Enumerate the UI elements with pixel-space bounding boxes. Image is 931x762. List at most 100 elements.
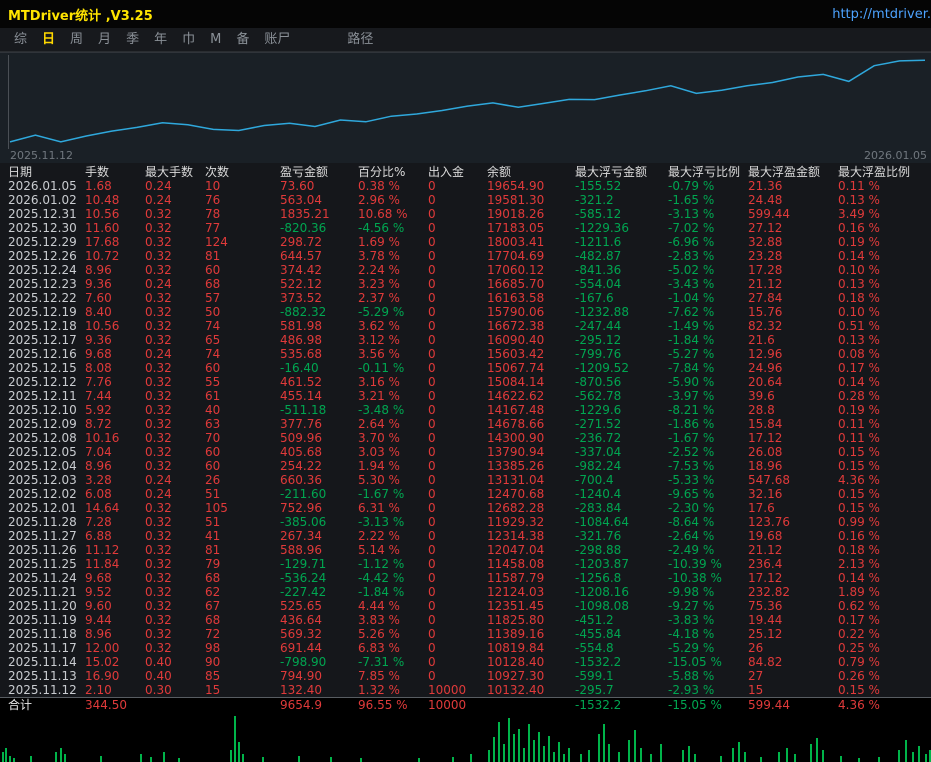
cell: 11825.80: [487, 613, 545, 627]
cell: -1229.36: [575, 221, 629, 235]
menu-item-9[interactable]: 备: [236, 28, 249, 51]
menu-item-11[interactable]: 路径: [347, 28, 373, 51]
cell: 1835.21: [280, 207, 330, 221]
cell: 14300.90: [487, 431, 545, 445]
cell: 599.44: [748, 698, 790, 712]
cell: 0.32: [145, 585, 172, 599]
cell: -1211.6: [575, 235, 622, 249]
menu-item-10[interactable]: 账尸: [264, 28, 290, 51]
table-row: 2025.12.03 3.28 0.24 26 660.36 5.30 % 0 13131.0…: [0, 473, 931, 487]
volume-bar: [13, 758, 15, 762]
volume-bar: [918, 746, 920, 762]
cell: 68: [205, 277, 221, 291]
cell: 1.94 %: [358, 459, 400, 473]
cell: 535.68: [280, 347, 322, 361]
cell: 90: [205, 655, 221, 669]
cell: 11929.32: [487, 515, 545, 529]
cell: 0.08 %: [838, 347, 880, 361]
menu-item-3[interactable]: 周: [70, 28, 83, 51]
cell: 73.60: [280, 179, 315, 193]
cell: 26.08: [748, 445, 783, 459]
cell: 2025.11.25: [8, 557, 77, 571]
cell: 21.36: [748, 179, 783, 193]
volume-bar: [568, 748, 570, 762]
cell: 8.96: [85, 459, 112, 473]
cell: -2.30 %: [668, 501, 715, 515]
volume-bar: [720, 756, 722, 762]
cell: 16685.70: [487, 277, 545, 291]
cell: 10000: [428, 698, 467, 712]
cell: 5.92: [85, 403, 112, 417]
cell: -554.04: [575, 277, 622, 291]
cell: 2025.11.28: [8, 515, 77, 529]
table-row: 2025.12.29 17.68 0.32 124 298.72 1.69 % 0 18003…: [0, 235, 931, 249]
cell: 10: [205, 179, 221, 193]
cell: 27.84: [748, 291, 783, 305]
cell: -211.60: [280, 487, 327, 501]
cell: -798.90: [280, 655, 327, 669]
volume-bar: [688, 746, 690, 762]
volume-bar: [858, 758, 860, 762]
cell: 24.96: [748, 361, 783, 375]
cell: -1203.87: [575, 557, 629, 571]
menu-item-2[interactable]: 日: [42, 28, 55, 51]
cell: 合计: [8, 698, 33, 712]
volume-bar: [588, 750, 590, 762]
cell: 10132.40: [487, 683, 545, 697]
volume-bar: [488, 750, 490, 762]
volume-bar: [498, 722, 500, 762]
cell: 11587.79: [487, 571, 545, 585]
cell: 6.31 %: [358, 501, 400, 515]
cell: 1.89 %: [838, 585, 880, 599]
cell: 267.34: [280, 529, 322, 543]
cell: -5.33 %: [668, 473, 715, 487]
cell: 0.32: [145, 389, 172, 403]
cell: 0: [428, 403, 436, 417]
cell: 82.32: [748, 319, 783, 333]
table-row: 2025.11.26 11.12 0.32 81 588.96 5.14 % 0 12047.…: [0, 543, 931, 557]
cell: 10.72: [85, 249, 120, 263]
cell: 11.60: [85, 221, 120, 235]
menu-item-6[interactable]: 年: [154, 28, 167, 51]
menu-item-4[interactable]: 月: [98, 28, 111, 51]
cell: 23.28: [748, 249, 783, 263]
volume-bar: [330, 757, 332, 762]
cell: 0.32: [145, 459, 172, 473]
table-row: 2026.01.05 1.68 0.24 10 73.60 0.38 % 0 19654.90…: [0, 179, 931, 193]
cell: 8.96: [85, 627, 112, 641]
cell: -841.36: [575, 263, 622, 277]
volume-bar: [732, 748, 734, 762]
cell: -9.98 %: [668, 585, 715, 599]
cell: 2025.12.02: [8, 487, 77, 501]
volume-bar: [660, 744, 662, 762]
volume-bar: [5, 748, 7, 762]
cell: -0.11 %: [358, 361, 405, 375]
cell: 78: [205, 207, 221, 221]
cell: 11.84: [85, 557, 120, 571]
cell: -3.97 %: [668, 389, 715, 403]
cell: 0.15 %: [838, 501, 880, 515]
cell: 28.8: [748, 403, 775, 417]
cell: 55: [205, 375, 221, 389]
cell: 752.96: [280, 501, 322, 515]
cell: -1.67 %: [668, 431, 715, 445]
cell: 15.02: [85, 655, 120, 669]
cell: -1098.08: [575, 599, 629, 613]
cell: 12.00: [85, 641, 120, 655]
cell: -4.18 %: [668, 627, 715, 641]
cell: 85: [205, 669, 221, 683]
cell: 3.12 %: [358, 333, 400, 347]
cell: -9.27 %: [668, 599, 715, 613]
app-link[interactable]: http://mtdriver.: [832, 7, 931, 22]
volume-bar: [230, 750, 232, 762]
cell: 2026.01.02: [8, 193, 77, 207]
cell: 436.64: [280, 613, 322, 627]
cell: 0: [428, 487, 436, 501]
menu-item-8[interactable]: M: [210, 28, 221, 51]
menu-item-7[interactable]: 巾: [182, 28, 195, 51]
menu-item-5[interactable]: 季: [126, 28, 139, 51]
table-row: 2025.12.01 14.64 0.32 105 752.96 6.31 % 0 12682…: [0, 501, 931, 515]
cell: 7.85 %: [358, 669, 400, 683]
menu-item-1[interactable]: 综: [14, 28, 27, 51]
cell: 12.96: [748, 347, 783, 361]
